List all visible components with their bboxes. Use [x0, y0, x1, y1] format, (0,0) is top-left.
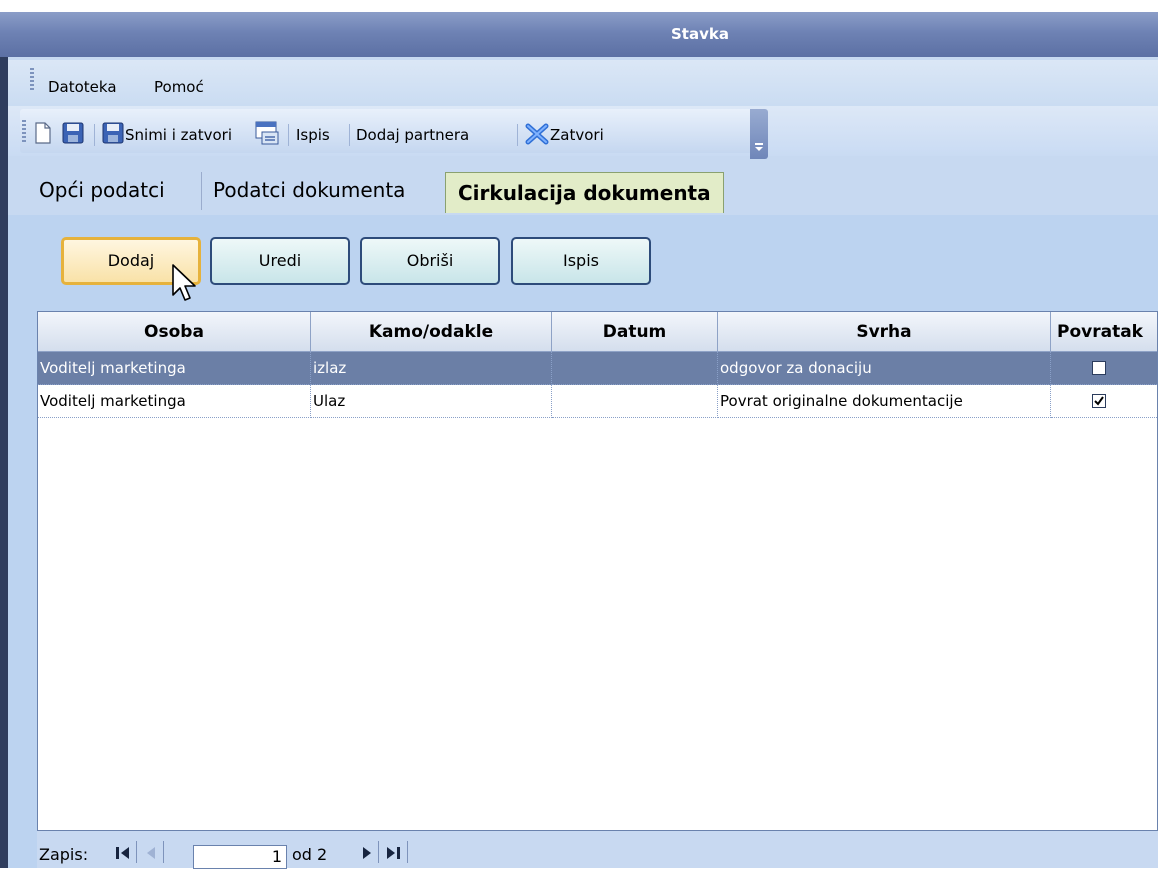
save-close-button[interactable]: Snimi i zatvori	[125, 126, 232, 144]
tab-podatci-dokumenta[interactable]: Podatci dokumenta	[213, 170, 405, 210]
cell-datum[interactable]	[552, 352, 718, 385]
cell-kamo-odakle[interactable]: Ulaz	[311, 385, 552, 418]
tab-cirkulacija-dokumenta[interactable]: Cirkulacija dokumenta	[445, 172, 724, 213]
circulation-grid[interactable]: Osoba Kamo/odakle Datum Svrha Povratak V…	[37, 311, 1158, 831]
povratak-checkbox-checked[interactable]	[1092, 394, 1106, 408]
next-record-icon[interactable]	[357, 839, 377, 865]
navigator-label: Zapis:	[39, 845, 89, 864]
previous-record-icon[interactable]	[141, 839, 161, 865]
toolbar-separator	[517, 124, 518, 146]
record-count-text: od 2	[292, 845, 328, 864]
current-record-input[interactable]: 1	[193, 845, 287, 869]
menu-bar: Datoteka Pomoć	[8, 60, 1158, 106]
toolbar-separator	[349, 124, 350, 146]
mouse-pointer-icon	[170, 263, 200, 305]
toolbar: Snimi i zatvori Ispis Dodaj partnera Zat…	[8, 106, 1158, 159]
navigator-separator	[163, 841, 164, 863]
print-button[interactable]: Ispis	[511, 237, 651, 285]
table-row[interactable]: Voditelj marketinga Ulaz Povrat original…	[38, 385, 1157, 418]
add-partner-button[interactable]: Dodaj partnera	[356, 126, 469, 144]
column-header-osoba[interactable]: Osoba	[38, 312, 311, 352]
cell-osoba[interactable]: Voditelj marketinga	[38, 385, 311, 418]
cell-datum[interactable]	[552, 385, 718, 418]
new-document-icon[interactable]	[34, 122, 52, 144]
print-preview-icon[interactable]	[254, 120, 280, 146]
column-header-kamo-odakle[interactable]: Kamo/odakle	[311, 312, 552, 352]
cell-povratak[interactable]	[1051, 352, 1157, 385]
last-record-icon[interactable]	[383, 839, 403, 865]
toolbar-overflow-chevron[interactable]	[750, 109, 768, 159]
close-button[interactable]: Zatvori	[550, 126, 604, 144]
cell-povratak[interactable]	[1051, 385, 1157, 418]
window-title: Stavka	[671, 25, 729, 43]
column-header-datum[interactable]: Datum	[552, 312, 718, 352]
save-icon[interactable]	[62, 122, 84, 144]
record-navigator: Zapis: 1 od 2	[37, 831, 1158, 869]
menu-pomoc[interactable]: Pomoć	[154, 78, 204, 96]
toolbar-print-button[interactable]: Ispis	[296, 126, 330, 144]
tab-opci-podatci[interactable]: Opći podatci	[39, 170, 165, 210]
toolbar-separator	[288, 124, 289, 146]
tab-strip: Opći podatci Podatci dokumenta Cirkulaci…	[8, 166, 1158, 216]
first-record-icon[interactable]	[113, 839, 133, 865]
menu-datoteka[interactable]: Datoteka	[48, 78, 117, 96]
cell-kamo-odakle[interactable]: izlaz	[311, 352, 552, 385]
edit-button[interactable]: Uredi	[210, 237, 350, 285]
menu-grip[interactable]	[30, 68, 34, 92]
toolbar-separator	[94, 124, 95, 146]
cell-svrha[interactable]: odgovor za donaciju	[718, 352, 1051, 385]
toolbar-grip[interactable]	[22, 120, 26, 144]
table-row[interactable]: Voditelj marketinga izlaz odgovor za don…	[38, 352, 1157, 385]
save-close-icon[interactable]	[102, 122, 124, 144]
povratak-checkbox[interactable]	[1092, 361, 1106, 375]
navigator-separator	[407, 841, 408, 863]
cell-osoba[interactable]: Voditelj marketinga	[38, 352, 311, 385]
column-header-povratak[interactable]: Povratak	[1051, 312, 1157, 352]
navigator-separator	[136, 841, 137, 863]
column-header-svrha[interactable]: Svrha	[718, 312, 1051, 352]
close-x-icon[interactable]	[525, 123, 549, 145]
toolbar-strip: Snimi i zatvori Ispis Dodaj partnera Zat…	[20, 109, 768, 159]
cell-svrha[interactable]: Povrat originalne dokumentacije	[718, 385, 1051, 418]
navigator-separator	[378, 841, 379, 863]
tab-separator	[201, 172, 202, 210]
delete-button[interactable]: Obriši	[360, 237, 500, 285]
